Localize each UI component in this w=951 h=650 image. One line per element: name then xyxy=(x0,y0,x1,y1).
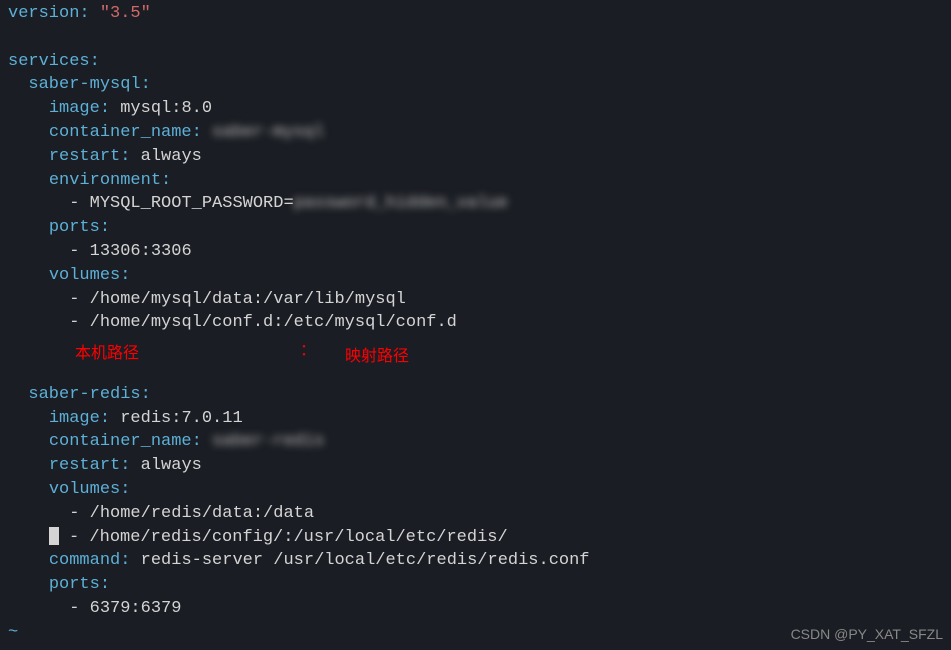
value-redis-container-blurred: saber-redis xyxy=(212,432,324,451)
value-redis-restart: always xyxy=(141,456,202,475)
line-mysql-port-value: - 13306:3306 xyxy=(8,240,943,264)
value-mysql-port: 13306:3306 xyxy=(90,242,192,261)
line-mysql-vol2: - /home/mysql/conf.d:/etc/mysql/conf.d xyxy=(8,311,943,335)
annotation-mapped-path: 映射路径 xyxy=(345,346,409,368)
key-redis-container: container_name xyxy=(49,432,192,451)
key-redis-image: image xyxy=(49,409,100,428)
line-redis-command: command: redis-server /usr/local/etc/red… xyxy=(8,549,943,573)
line-version: version: "3.5" xyxy=(8,2,943,26)
key-redis-service: saber-redis xyxy=(28,385,140,404)
line-redis-restart: restart: always xyxy=(8,454,943,478)
line-blank xyxy=(8,26,943,50)
line-mysql-vol1: - /home/mysql/data:/var/lib/mysql xyxy=(8,288,943,312)
value-mysql-vol2: /home/mysql/conf.d:/etc/mysql/conf.d xyxy=(90,313,457,332)
key-volumes: volumes xyxy=(49,266,120,285)
value-mysql-image: mysql:8.0 xyxy=(120,99,212,118)
annotation-local-path: 本机路径 xyxy=(75,343,139,365)
key-version: version xyxy=(8,4,79,23)
line-mysql-name: saber-mysql: xyxy=(8,73,943,97)
key-environment: environment xyxy=(49,171,161,190)
value-mysql-vol1: /home/mysql/data:/var/lib/mysql xyxy=(90,290,406,309)
value-mysql-env-blurred: password_hidden_value xyxy=(294,194,508,213)
line-services: services: xyxy=(8,50,943,74)
vim-tilde: ~ xyxy=(8,623,18,642)
line-mysql-env: environment: xyxy=(8,169,943,193)
key-redis-ports: ports xyxy=(49,575,100,594)
line-redis-image: image: redis:7.0.11 xyxy=(8,407,943,431)
line-redis-vol2: - /home/redis/config/:/usr/local/etc/red… xyxy=(8,526,943,550)
line-blank2 xyxy=(8,335,943,359)
key-redis-restart: restart xyxy=(49,456,120,475)
line-redis-port-value: - 6379:6379 xyxy=(8,597,943,621)
value-version: "3.5" xyxy=(100,4,151,23)
line-redis-container: container_name: saber-redis xyxy=(8,430,943,454)
yaml-editor[interactable]: version: "3.5" services: saber-mysql: im… xyxy=(0,0,951,647)
line-redis-volumes: volumes: xyxy=(8,478,943,502)
key-redis-volumes: volumes xyxy=(49,480,120,499)
value-redis-command: redis-server /usr/local/etc/redis/redis.… xyxy=(141,551,590,570)
line-redis-name: saber-redis: xyxy=(8,383,943,407)
key-services: services xyxy=(8,52,90,71)
value-mysql-restart: always xyxy=(141,147,202,166)
key-redis-command: command xyxy=(49,551,120,570)
line-mysql-container: container_name: saber-mysql xyxy=(8,121,943,145)
watermark-text: CSDN @PY_XAT_SFZL xyxy=(791,625,943,645)
key-restart: restart xyxy=(49,147,120,166)
line-redis-ports: ports: xyxy=(8,573,943,597)
value-mysql-env-var: MYSQL_ROOT_PASSWORD= xyxy=(90,194,294,213)
line-mysql-restart: restart: always xyxy=(8,145,943,169)
key-image: image xyxy=(49,99,100,118)
line-blank3 xyxy=(8,359,943,383)
annotation-colon: ： xyxy=(300,340,316,362)
line-mysql-ports: ports: xyxy=(8,216,943,240)
key-mysql-service: saber-mysql xyxy=(28,75,140,94)
key-ports: ports xyxy=(49,218,100,237)
value-redis-vol1: /home/redis/data:/data xyxy=(90,504,314,523)
value-mysql-container-blurred: saber-mysql xyxy=(212,123,324,142)
line-mysql-image: image: mysql:8.0 xyxy=(8,97,943,121)
value-redis-image: redis:7.0.11 xyxy=(120,409,242,428)
line-mysql-volumes: volumes: xyxy=(8,264,943,288)
value-redis-port: 6379:6379 xyxy=(90,599,182,618)
key-container-name: container_name xyxy=(49,123,192,142)
line-redis-vol1: - /home/redis/data:/data xyxy=(8,502,943,526)
cursor-block xyxy=(49,527,59,545)
value-redis-vol2: /home/redis/config/:/usr/local/etc/redis… xyxy=(89,528,507,547)
line-mysql-env-var: - MYSQL_ROOT_PASSWORD=password_hidden_va… xyxy=(8,192,943,216)
